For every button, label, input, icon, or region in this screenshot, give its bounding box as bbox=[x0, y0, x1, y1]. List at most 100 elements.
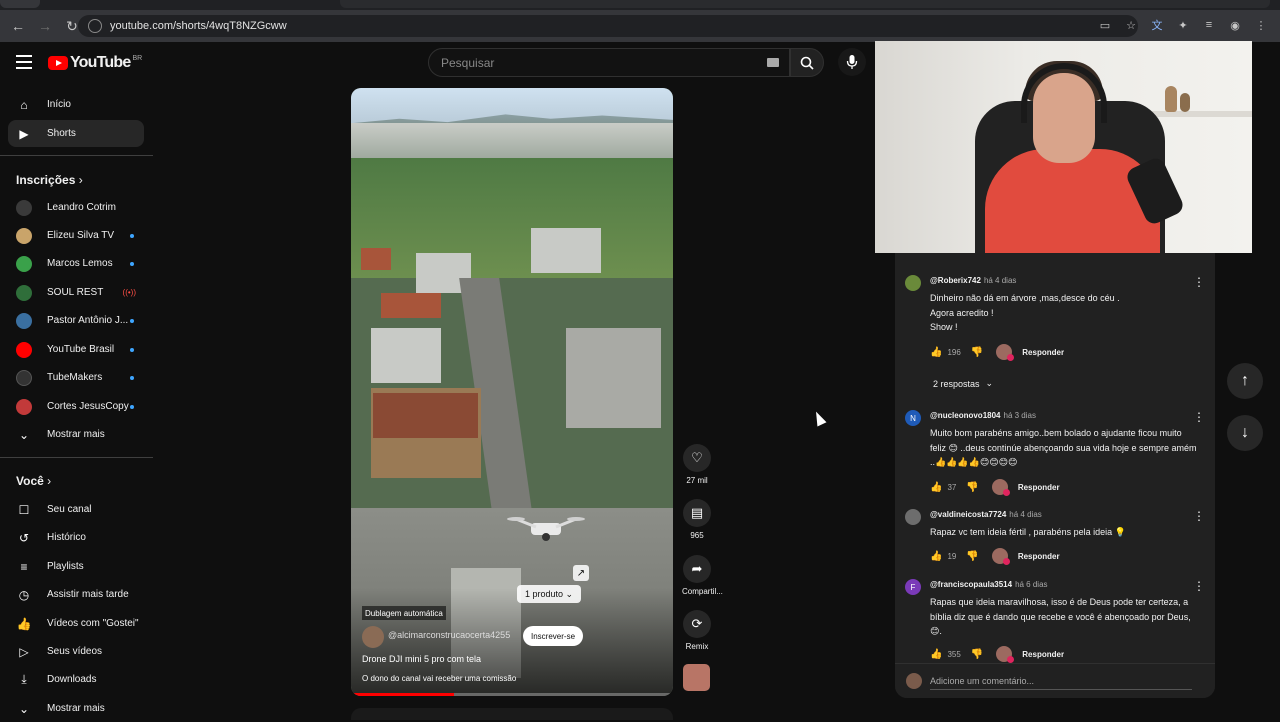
more-options-icon[interactable]: ⋮ bbox=[1193, 509, 1205, 523]
subscribe-button[interactable]: Inscrever-se bbox=[523, 626, 584, 646]
sidebar-item-watch-later[interactable]: ◷ Assistir mais tarde bbox=[8, 581, 144, 608]
more-options-icon[interactable]: ⋮ bbox=[1193, 410, 1205, 424]
sidebar-item-label: Mostrar mais bbox=[47, 429, 105, 440]
sidebar-item-subscription[interactable]: TubeMakers bbox=[8, 364, 144, 391]
browser-tab[interactable] bbox=[340, 0, 1270, 8]
progress-bar[interactable] bbox=[351, 693, 673, 696]
sidebar-item-label: Assistir mais tarde bbox=[47, 589, 129, 600]
share-icon: ➦ bbox=[683, 555, 711, 583]
comment-actions: 👍 355 👎 Responder bbox=[930, 646, 1064, 663]
arrow-up-icon: ↑ bbox=[1241, 372, 1249, 389]
more-options-icon[interactable]: ⋮ bbox=[1193, 275, 1205, 289]
new-content-dot bbox=[130, 347, 134, 352]
thumbs-down-icon[interactable]: 👎 bbox=[971, 649, 983, 660]
show-more-you[interactable]: ⌄ Mostrar mais bbox=[8, 695, 144, 722]
tab-search-icon[interactable]: ≡ bbox=[1200, 16, 1218, 34]
avatar[interactable]: N bbox=[905, 410, 921, 426]
previous-short-button[interactable]: ↑ bbox=[1227, 363, 1263, 399]
avatar[interactable] bbox=[905, 275, 921, 291]
channel-avatar[interactable] bbox=[362, 626, 384, 648]
short-video-player[interactable]: ↗ 1 produto ⌄ Dublagem automática @alcim… bbox=[351, 88, 673, 696]
comment-author[interactable]: @valdineicosta7724 bbox=[930, 510, 1006, 519]
short-caption[interactable]: Drone DJI mini 5 pro com tela bbox=[362, 654, 481, 664]
avatar bbox=[16, 284, 32, 301]
sidebar-item-subscription[interactable]: Cortes JesusCopy bbox=[8, 393, 144, 420]
address-bar[interactable]: youtube.com/shorts/4wqT8NZGcww bbox=[78, 15, 1138, 37]
external-link-icon[interactable]: ↗ bbox=[573, 565, 589, 581]
reply-button[interactable]: Responder bbox=[1018, 552, 1060, 561]
sidebar-item-subscription[interactable]: SOUL REST ((•)) bbox=[8, 279, 144, 306]
thumbs-up-icon[interactable]: 👍 bbox=[930, 649, 942, 660]
reply-button[interactable]: Responder bbox=[1022, 348, 1064, 357]
bookmark-star-icon[interactable]: ☆ bbox=[1122, 16, 1140, 34]
reply-button[interactable]: Responder bbox=[1022, 650, 1064, 659]
new-content-dot bbox=[130, 233, 134, 238]
sidebar-item-subscription[interactable]: YouTube Brasil bbox=[8, 336, 144, 363]
comment-time: há 4 dias bbox=[1009, 510, 1042, 519]
add-comment-box[interactable]: Adicione um comentário... bbox=[895, 663, 1215, 698]
sidebar-item-downloads[interactable]: ⤓ Downloads bbox=[8, 666, 144, 693]
comment-author[interactable]: @Roberix742 bbox=[930, 276, 981, 285]
extensions-icon[interactable]: ✦ bbox=[1174, 16, 1192, 34]
creator-heart-avatar bbox=[991, 479, 1010, 496]
sidebar-item-your-videos[interactable]: ▷ Seus vídeos bbox=[8, 638, 144, 665]
like-button[interactable]: ♡ 27 mil bbox=[682, 444, 712, 485]
show-more-subscriptions[interactable]: ⌄ Mostrar mais bbox=[8, 421, 144, 448]
search-input[interactable]: Pesquisar bbox=[428, 48, 790, 77]
voice-search-button[interactable] bbox=[838, 48, 866, 76]
avatar[interactable]: F bbox=[905, 579, 921, 595]
sidebar-item-history[interactable]: ↺ Histórico bbox=[8, 524, 144, 551]
extensions-row: ▭ ☆ 文 ✦ ≡ ◉ ⋮ bbox=[1096, 16, 1270, 34]
site-info-icon[interactable] bbox=[88, 19, 102, 33]
view-replies-button[interactable]: 2 respostas ⌄ bbox=[933, 378, 993, 389]
sidebar-item-subscription[interactable]: Marcos Lemos bbox=[8, 250, 144, 277]
reply-button[interactable]: Responder bbox=[1018, 483, 1060, 492]
more-options-icon[interactable]: ⋮ bbox=[1193, 579, 1205, 593]
logo-text: YouTube bbox=[70, 54, 131, 71]
sidebar-item-your-channel[interactable]: ☐ Seu canal bbox=[8, 496, 144, 523]
sidebar-item-label: Pastor Antônio J... bbox=[47, 315, 129, 326]
comment-author[interactable]: @franciscopaula3514 bbox=[930, 580, 1012, 589]
browser-tab[interactable] bbox=[0, 0, 40, 8]
search-button[interactable] bbox=[790, 48, 824, 77]
sidebar-item-subscription[interactable]: Elizeu Silva TV bbox=[8, 222, 144, 249]
cast-icon[interactable]: ▭ bbox=[1096, 16, 1114, 34]
menu-kebab-icon[interactable]: ⋮ bbox=[1252, 16, 1270, 34]
thumbs-down-icon[interactable]: 👎 bbox=[971, 347, 983, 358]
next-short-button[interactable]: ↓ bbox=[1227, 415, 1263, 451]
playlists-icon: ≡ bbox=[20, 559, 28, 574]
thumbs-up-icon[interactable]: 👍 bbox=[930, 347, 942, 358]
sidebar-item-home[interactable]: ⌂ Início bbox=[8, 91, 144, 118]
sound-thumbnail[interactable] bbox=[683, 664, 710, 691]
profile-icon[interactable]: ◉ bbox=[1226, 16, 1244, 34]
share-button[interactable]: ➦ Compartil... bbox=[682, 555, 723, 596]
remix-button[interactable]: ⟳ Remix bbox=[682, 610, 712, 651]
you-heading[interactable]: Você › bbox=[16, 474, 51, 488]
next-short-preview[interactable] bbox=[351, 708, 673, 720]
forward-icon[interactable]: → bbox=[33, 14, 57, 38]
comment-like-count: 196 bbox=[947, 347, 961, 357]
sidebar-item-label: Seus vídeos bbox=[47, 646, 103, 657]
thumbs-down-icon[interactable]: 👎 bbox=[966, 482, 978, 493]
thumbs-up-icon[interactable]: 👍 bbox=[930, 551, 942, 562]
comment-time: há 4 dias bbox=[983, 276, 1017, 285]
sidebar-item-playlists[interactable]: ≡ Playlists bbox=[8, 553, 144, 580]
comments-button[interactable]: ▤ 965 bbox=[682, 499, 712, 540]
sidebar-item-liked-videos[interactable]: 👍 Vídeos com "Gostei" bbox=[8, 610, 144, 637]
thumbs-up-icon[interactable]: 👍 bbox=[930, 482, 942, 493]
channel-name[interactable]: @alcimarconstrucaocerta4255 bbox=[388, 630, 510, 640]
thumbs-down-icon[interactable]: 👎 bbox=[966, 551, 978, 562]
sidebar-item-shorts[interactable]: ▶ Shorts bbox=[8, 120, 144, 147]
avatar[interactable] bbox=[905, 509, 921, 525]
sidebar-item-subscription[interactable]: Leandro Cotrim bbox=[8, 194, 144, 221]
translate-icon[interactable]: 文 bbox=[1148, 16, 1166, 34]
comment-author[interactable]: @nucleonovo1804 bbox=[930, 411, 1001, 420]
keyboard-icon[interactable] bbox=[767, 58, 779, 67]
menu-icon[interactable] bbox=[16, 55, 32, 69]
product-button[interactable]: 1 produto ⌄ bbox=[517, 585, 582, 603]
sidebar-item-subscription[interactable]: Pastor Antônio J... bbox=[8, 307, 144, 334]
subscriptions-heading[interactable]: Inscrições › bbox=[16, 173, 83, 187]
youtube-logo[interactable]: YouTube BR bbox=[48, 54, 142, 72]
sidebar-item-label: Início bbox=[47, 99, 71, 110]
back-icon[interactable]: ← bbox=[6, 14, 30, 38]
